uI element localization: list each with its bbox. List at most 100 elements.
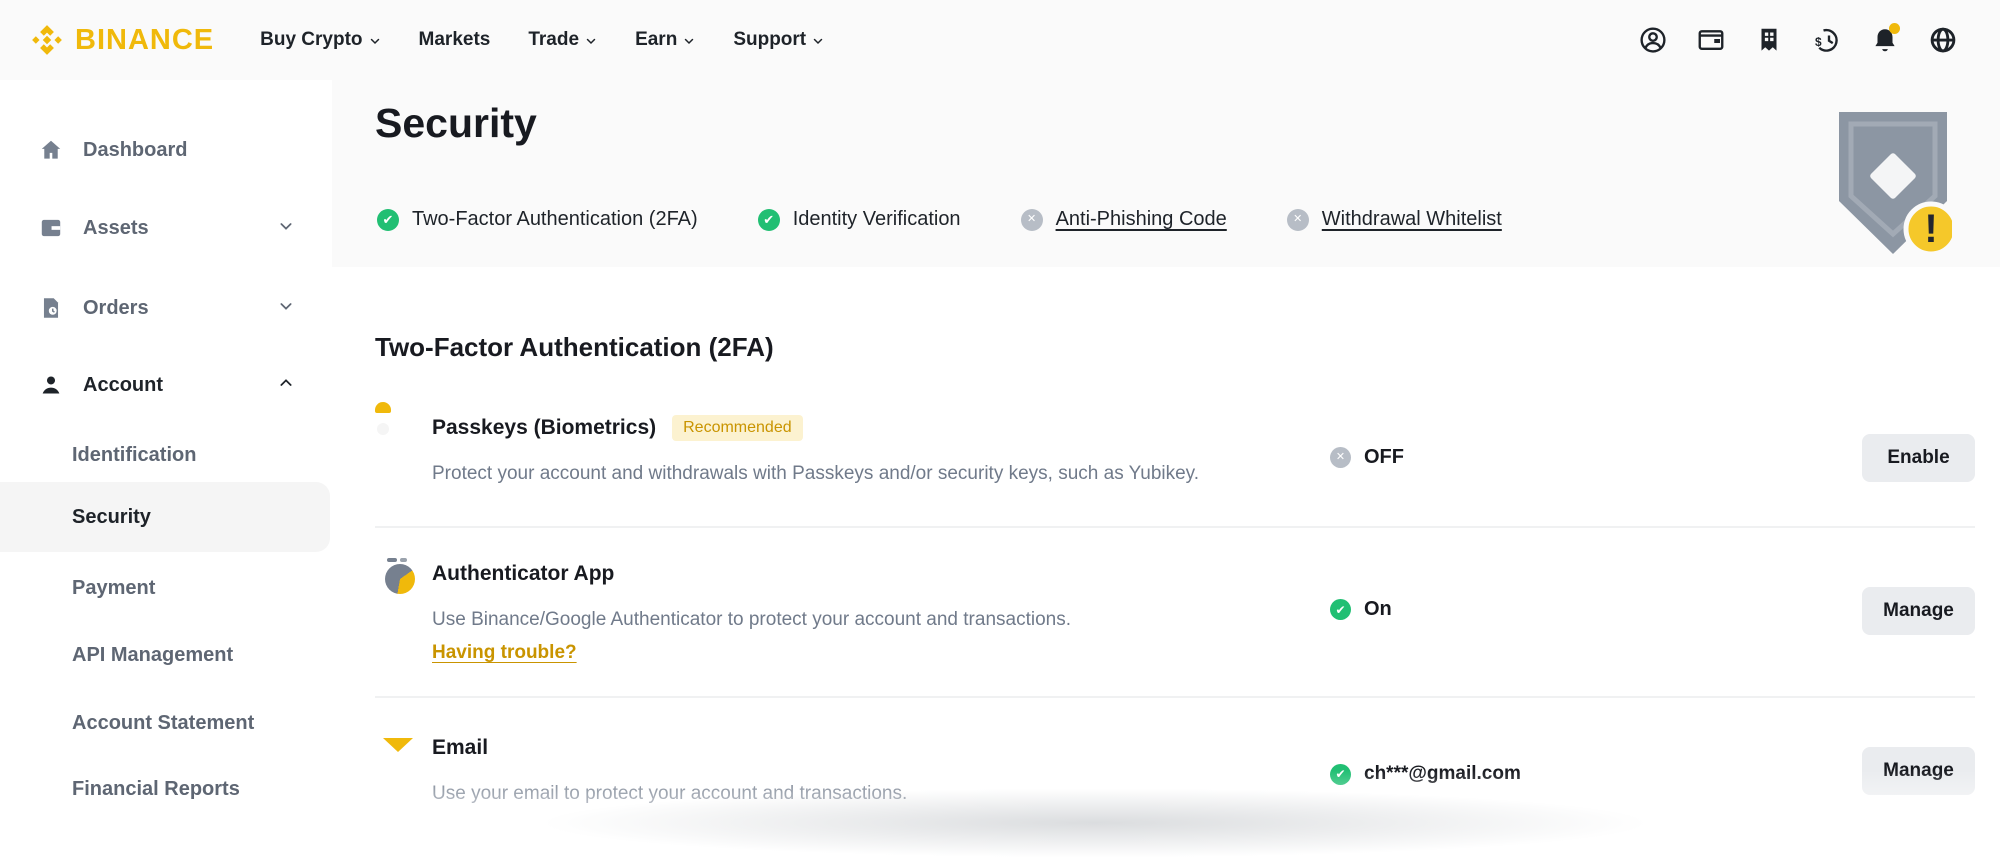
- binance-logo-icon: [32, 25, 62, 55]
- order-history-icon[interactable]: $: [1812, 25, 1842, 55]
- enable-passkeys-button[interactable]: Enable: [1862, 434, 1975, 482]
- sidebar-item-label: Assets: [83, 216, 149, 239]
- divider: [375, 696, 1975, 698]
- having-trouble-link[interactable]: Having trouble?: [432, 642, 577, 664]
- sidebar-item-financial-reports[interactable]: Financial Reports: [0, 767, 330, 811]
- check-circle-icon: ✔: [1330, 763, 1351, 785]
- chevron-down-icon: [685, 38, 694, 45]
- shield-warning-icon: !: [1839, 112, 1959, 257]
- row-title-line: Email: [432, 736, 488, 760]
- sidebar-item-dashboard[interactable]: Dashboard: [0, 128, 330, 172]
- sidebar-item-label: Account: [83, 373, 163, 396]
- language-icon[interactable]: [1928, 25, 1958, 55]
- check-circle-icon: ✔: [757, 208, 780, 231]
- sidebar-subitem-label: Account Statement: [72, 711, 255, 734]
- binance-logo[interactable]: BINANCE: [30, 23, 214, 57]
- sidebar: Dashboard Assets Orders Account Identifi…: [0, 80, 332, 825]
- check-label: Two-Factor Authentication (2FA): [412, 208, 698, 230]
- chevron-down-icon: [278, 218, 294, 239]
- person-icon: [38, 372, 64, 398]
- row-title-line: Passkeys (Biometrics) Recommended: [432, 415, 803, 441]
- security-checklist: ✔ Two-Factor Authentication (2FA) ✔ Iden…: [377, 208, 1502, 231]
- notification-dot: [1889, 23, 1900, 34]
- chevron-down-icon: [278, 298, 294, 319]
- nav-label: Buy Crypto: [260, 29, 363, 50]
- email-status: ✔ ch***@gmail.com: [1330, 763, 1521, 785]
- home-icon: [38, 137, 64, 163]
- status-text: On: [1364, 598, 1392, 620]
- chevron-up-icon: [278, 375, 294, 396]
- row-title: Passkeys (Biometrics): [432, 416, 657, 439]
- sidebar-subitem-label: Security: [72, 505, 151, 528]
- sidebar-item-label: Orders: [83, 296, 149, 319]
- twofa-section-heading: Two-Factor Authentication (2FA): [375, 332, 774, 362]
- sidebar-item-identification[interactable]: Identification: [0, 433, 330, 477]
- sidebar-item-security[interactable]: Security: [0, 482, 330, 552]
- svg-text:!: !: [1924, 207, 1937, 251]
- nav-trade[interactable]: Trade: [528, 29, 597, 51]
- main-nav: Buy Crypto Markets Trade Earn Support: [260, 29, 824, 51]
- sidebar-subitem-label: Financial Reports: [72, 777, 240, 800]
- profile-icon[interactable]: [1638, 25, 1668, 55]
- sidebar-item-account-statement[interactable]: Account Statement: [0, 701, 330, 745]
- row-title-line: Authenticator App: [432, 562, 614, 586]
- sidebar-item-account[interactable]: Account: [0, 363, 330, 407]
- sidebar-subitem-label: API Management: [72, 643, 234, 666]
- orders-icon: [38, 295, 64, 321]
- row-title: Email: [432, 736, 489, 759]
- manage-authenticator-button[interactable]: Manage: [1862, 587, 1975, 635]
- brand-name: BINANCE: [75, 23, 215, 56]
- check-two-factor: ✔ Two-Factor Authentication (2FA): [377, 208, 698, 231]
- status-text: OFF: [1364, 446, 1404, 468]
- navbar-icons: $: [1638, 23, 1970, 55]
- cross-circle-icon: ✕: [1286, 208, 1309, 231]
- nav-label: Earn: [635, 29, 678, 50]
- sidebar-item-payment[interactable]: Payment: [0, 566, 330, 610]
- check-withdrawal-whitelist[interactable]: ✕ Withdrawal Whitelist: [1286, 208, 1502, 231]
- nav-support[interactable]: Support: [733, 29, 824, 51]
- chevron-down-icon: [370, 38, 379, 45]
- sidebar-item-assets[interactable]: Assets: [0, 206, 330, 250]
- row-description: Use your email to protect your account a…: [432, 783, 908, 804]
- page-title: Security: [375, 100, 537, 146]
- nav-buy-crypto[interactable]: Buy Crypto: [260, 29, 380, 51]
- nav-label: Trade: [528, 29, 580, 50]
- status-text: ch***@gmail.com: [1364, 763, 1521, 784]
- sidebar-subitem-label: Identification: [72, 443, 197, 466]
- passkeys-status: ✕ OFF: [1330, 446, 1404, 469]
- row-description: Protect your account and withdrawals wit…: [432, 463, 1200, 484]
- nav-markets[interactable]: Markets: [419, 29, 491, 51]
- top-navbar: BINANCE Buy Crypto Markets Trade Earn Su…: [0, 0, 2000, 80]
- check-identity-verification: ✔ Identity Verification: [757, 208, 961, 231]
- check-circle-icon: ✔: [1330, 599, 1351, 620]
- building-icon[interactable]: [1754, 25, 1784, 55]
- check-label-link[interactable]: Withdrawal Whitelist: [1322, 208, 1502, 231]
- chevron-down-icon: [586, 38, 596, 45]
- notifications-icon[interactable]: [1870, 23, 1900, 55]
- manage-email-button[interactable]: Manage: [1862, 747, 1975, 795]
- check-anti-phishing-code[interactable]: ✕ Anti-Phishing Code: [1020, 208, 1227, 231]
- divider: [375, 526, 1975, 528]
- security-header-band: Security ✔ Two-Factor Authentication (2F…: [332, 80, 2000, 267]
- cross-circle-icon: ✕: [1020, 208, 1043, 231]
- sidebar-subitem-label: Payment: [72, 576, 156, 599]
- svg-text:$: $: [1815, 35, 1822, 49]
- binance-security-page: BINANCE Buy Crypto Markets Trade Earn Su…: [0, 0, 2000, 859]
- check-label-link[interactable]: Anti-Phishing Code: [1056, 208, 1227, 231]
- chevron-down-icon: [813, 38, 823, 45]
- nav-label: Markets: [418, 29, 491, 50]
- nav-earn[interactable]: Earn: [635, 29, 695, 51]
- wallet-icon[interactable]: [1696, 25, 1726, 55]
- check-label: Identity Verification: [792, 208, 961, 230]
- row-title: Authenticator App: [432, 562, 615, 585]
- security-shield-illustration: !: [1834, 108, 1959, 260]
- assets-wallet-icon: [38, 215, 64, 241]
- check-circle-icon: ✔: [377, 208, 399, 231]
- nav-label: Support: [733, 29, 807, 50]
- authenticator-status: ✔ On: [1330, 598, 1392, 621]
- sidebar-item-label: Dashboard: [83, 138, 188, 161]
- sidebar-item-api-management[interactable]: API Management: [0, 633, 330, 677]
- cross-circle-icon: ✕: [1330, 447, 1351, 468]
- recommended-badge: Recommended: [672, 415, 803, 441]
- sidebar-item-orders[interactable]: Orders: [0, 286, 330, 330]
